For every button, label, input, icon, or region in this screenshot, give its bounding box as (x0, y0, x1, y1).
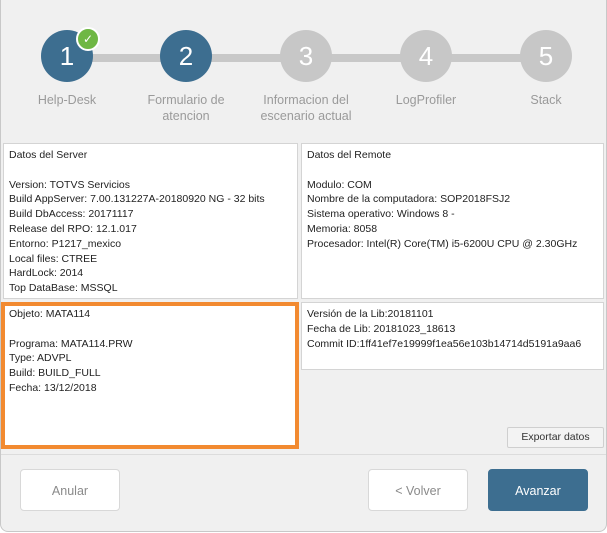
export-data-button[interactable]: Exportar datos (507, 427, 604, 448)
remote-title: Datos del Remote (307, 149, 392, 161)
next-button[interactable]: Avanzar (488, 469, 588, 511)
object-info-panel: Objeto: MATA114 Programa: MATA114.PRW Ty… (3, 302, 298, 448)
step-5-label: Stack (530, 93, 562, 107)
step-3[interactable]: 3 (280, 30, 332, 82)
remote-line: Nombre de la computadora: SOP2018FSJ2 (307, 193, 511, 206)
server-info-panel: Datos del Server Version: TOTVS Servicio… (3, 143, 298, 299)
server-line: Release del RPO: 12.1.017 (9, 222, 137, 235)
remote-line: Memoria: 8058 (307, 222, 378, 235)
step-4[interactable]: 4 (400, 30, 452, 82)
remote-line: Modulo: COM (307, 178, 372, 191)
step-3-label-line-2: escenario actual (260, 109, 352, 123)
step-4-number: 4 (418, 41, 434, 71)
server-line: Version: TOTVS Servicios (9, 178, 130, 191)
remote-line: Procesador: Intel(R) Core(TM) i5-6200U C… (307, 237, 578, 250)
step-2-label-line-2: atencion (162, 109, 210, 123)
step-3-label: Informacion del escenario actual (241, 92, 371, 124)
step-3-number: 3 (298, 41, 314, 71)
check-icon: ✓ (76, 27, 100, 51)
step-2-number: 2 (178, 41, 194, 71)
server-line: Entorno: P1217_mexico (9, 237, 122, 250)
step-5[interactable]: 5 (520, 30, 572, 82)
step-2-label-line-1: Formulario de (147, 93, 225, 107)
server-line: Build AppServer: 7.00.131227A-20180920 N… (9, 193, 265, 206)
step-1-label: Help-Desk (37, 93, 97, 107)
lib-line: Versión de la Lib:20181101 (307, 308, 434, 320)
back-button[interactable]: < Volver (368, 469, 468, 511)
server-line: Build DbAccess: 20171117 (9, 208, 134, 221)
lib-line: Commit ID:1ff41ef7e19999f1ea56e103b14714… (307, 337, 582, 350)
server-line: Local files: CTREE (9, 252, 98, 265)
step-5-number: 5 (538, 41, 554, 71)
object-line: Type: ADVPL (9, 352, 72, 365)
wizard-dialog: 1 ✓ Help-Desk 2 Formulario de atencion 3… (0, 0, 607, 532)
object-line: Build: BUILD_FULL (9, 367, 101, 380)
step-indicator: 1 ✓ Help-Desk 2 Formulario de atencion 3… (1, 0, 606, 138)
step-2-label: Formulario de atencion (121, 92, 251, 124)
footer-divider (1, 454, 606, 455)
server-title: Datos del Server (9, 149, 88, 161)
cancel-button[interactable]: Anular (20, 469, 120, 511)
step-2[interactable]: 2 (160, 30, 212, 82)
object-title: Objeto: MATA114 (9, 308, 91, 320)
object-line: Programa: MATA114.PRW (9, 337, 133, 350)
lib-info-panel: Versión de la Lib:20181101 Fecha de Lib:… (301, 302, 604, 370)
server-line: Top DataBase: MSSQL (9, 282, 118, 295)
object-line: Fecha: 13/12/2018 (9, 381, 97, 394)
server-line: HardLock: 2014 (9, 267, 84, 280)
remote-line: Sistema operativo: Windows 8 - (307, 208, 455, 221)
step-3-label-line-1: Informacion del (263, 93, 349, 107)
lib-line: Fecha de Lib: 20181023_18613 (307, 322, 456, 335)
remote-info-panel: Datos del Remote Modulo: COM Nombre de l… (301, 143, 604, 299)
step-1-number: 1 (59, 41, 75, 71)
step-4-label: LogProfiler (395, 93, 457, 107)
